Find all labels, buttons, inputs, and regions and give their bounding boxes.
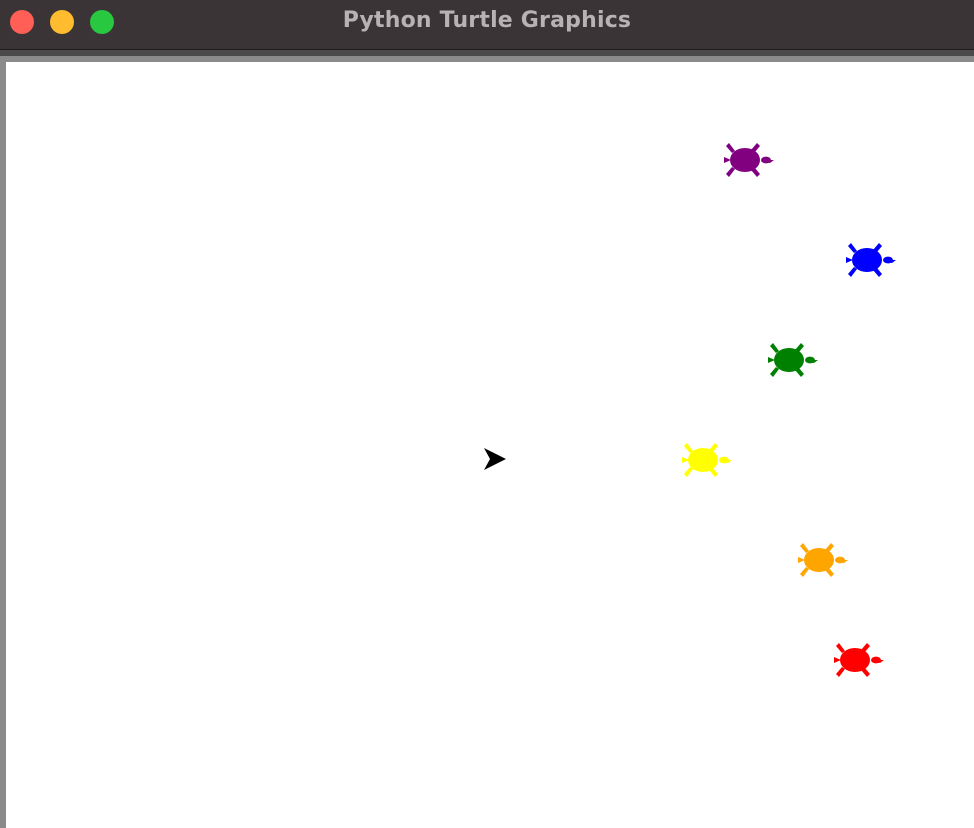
window-title: Python Turtle Graphics [342,8,632,33]
turtle-window: Python Turtle Graphics [0,0,974,828]
arrow-cursor-icon [484,448,506,470]
turtle-blue-icon [846,243,896,277]
turtle-green-icon [768,343,818,377]
turtle-canvas[interactable] [6,62,974,828]
turtle-orange-icon [798,543,848,577]
title-bar[interactable]: Python Turtle Graphics [0,0,974,50]
turtle-yellow-icon [682,443,732,477]
turtle-purple-icon [724,143,774,177]
turtle-red-icon [834,643,884,677]
